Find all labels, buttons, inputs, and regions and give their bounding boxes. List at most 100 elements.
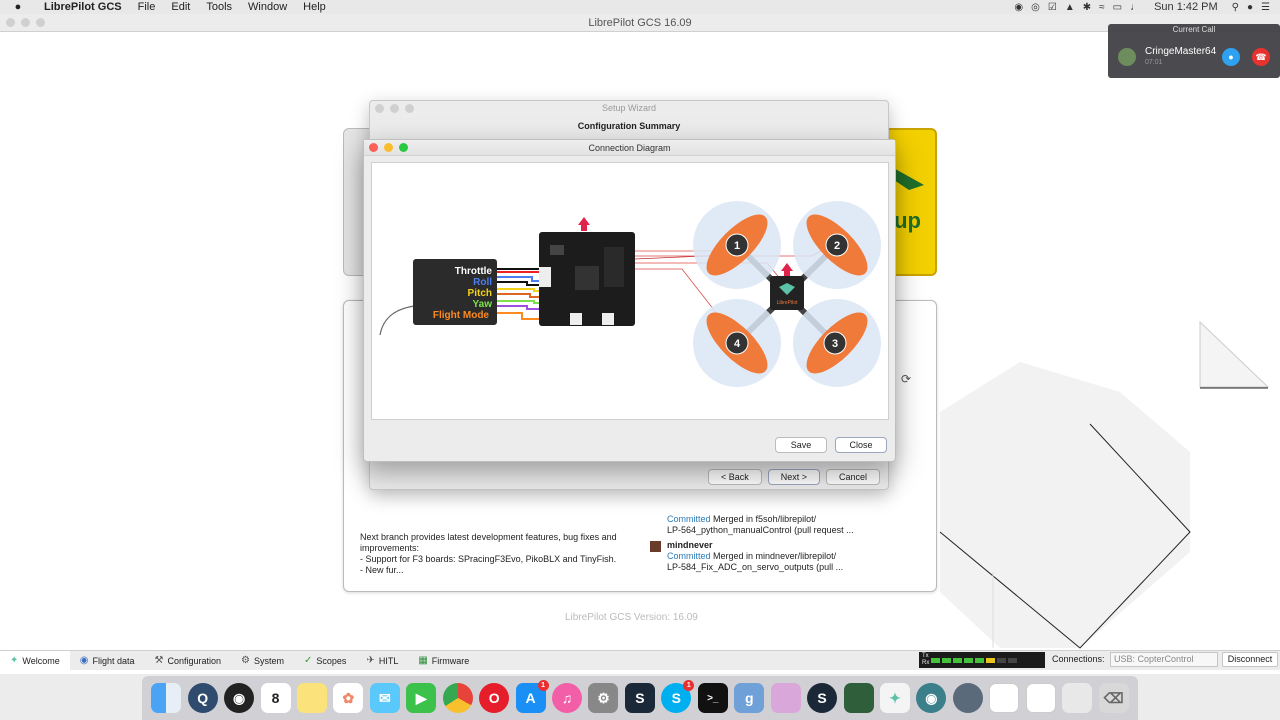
minimize-window-icon[interactable]	[390, 104, 399, 113]
close-window-icon[interactable]	[6, 18, 15, 27]
menu-help[interactable]: Help	[295, 1, 334, 13]
obs-icon[interactable]: ◉	[224, 683, 255, 713]
tab-system[interactable]: ⚙ System	[231, 651, 294, 671]
tab-label: Configuration	[167, 655, 222, 666]
save-button[interactable]: Save	[775, 437, 827, 453]
steam-icon[interactable]: S	[624, 683, 655, 713]
network-icon[interactable]: ◉	[916, 683, 947, 713]
meter-rx-label: Rx	[922, 660, 930, 666]
game-icon[interactable]	[843, 683, 874, 713]
app-store-icon[interactable]: A1	[515, 680, 549, 713]
folder-icon[interactable]	[1062, 683, 1093, 713]
next-button[interactable]: Next >	[767, 469, 820, 485]
connection-select[interactable]: USB: CopterControl	[1110, 652, 1218, 667]
bluetooth-icon[interactable]: ✱	[1083, 2, 1091, 13]
meter-tx-label: Tx	[922, 653, 929, 659]
globe-icon: ◉	[79, 655, 89, 666]
notification-center-icon[interactable]: ☰	[1261, 2, 1270, 13]
channel-flight-mode: Flight Mode	[433, 310, 490, 321]
channel-pitch: Pitch	[468, 288, 492, 299]
tab-hitl[interactable]: ✈ HITL	[356, 651, 408, 671]
tab-configuration[interactable]: ⚒ Configuration	[145, 651, 232, 671]
document-icon[interactable]	[989, 683, 1020, 713]
channel-yaw: Yaw	[473, 299, 493, 310]
tab-label: Scopes	[316, 655, 347, 666]
app-icon[interactable]	[770, 683, 801, 713]
commit-status: Committed	[667, 551, 711, 561]
check-icon[interactable]: ☑	[1048, 2, 1057, 13]
close-window-icon[interactable]	[369, 143, 378, 152]
avatar	[650, 541, 661, 552]
photos-icon[interactable]: ✿	[333, 683, 364, 713]
menu-edit[interactable]: Edit	[163, 1, 198, 13]
volume-icon[interactable]: ♩	[1130, 2, 1140, 13]
wifi-icon[interactable]: ≈	[1099, 2, 1105, 13]
menu-app-name[interactable]: LibrePilot GCS	[36, 1, 130, 13]
menu-file[interactable]: File	[130, 1, 164, 13]
librepilot-dock-icon[interactable]: ✦	[879, 683, 910, 713]
speed-icon[interactable]	[952, 683, 983, 713]
zoom-window-icon[interactable]	[405, 104, 414, 113]
caller-name: CringeMaster64	[1145, 46, 1217, 57]
close-button[interactable]: Close	[835, 437, 887, 453]
minimize-window-icon[interactable]	[384, 143, 393, 152]
list-item[interactable]: mindnever Committed Merged in mindnever/…	[650, 540, 920, 573]
trash-icon[interactable]: ⌫	[1098, 683, 1129, 713]
calendar-icon[interactable]: 8	[260, 683, 291, 713]
call-header: Current Call	[1172, 25, 1216, 34]
quicktime-icon[interactable]: Q	[187, 683, 218, 713]
chip-icon: ▦	[418, 655, 428, 666]
menu-window[interactable]: Window	[240, 1, 295, 13]
refresh-icon[interactable]: ⟳	[901, 372, 911, 386]
tab-scopes[interactable]: ✓ Scopes	[294, 651, 356, 671]
gitkraken-icon[interactable]: g	[734, 683, 765, 713]
hang-up-icon[interactable]: ☎	[1252, 48, 1270, 66]
menubar-clock[interactable]: Sun 1:42 PM	[1154, 1, 1218, 13]
list-item[interactable]: Committed Merged in f5soh/librepilot/ LP…	[650, 514, 920, 536]
tab-flight-data[interactable]: ◉ Flight data	[70, 651, 145, 671]
commit-user: mindnever	[667, 540, 713, 550]
messages-icon[interactable]: ✉	[369, 683, 400, 713]
record-icon[interactable]: ◉	[1014, 2, 1023, 13]
spotlight-icon[interactable]: ⚲	[1232, 2, 1239, 13]
back-button[interactable]: < Back	[707, 469, 762, 485]
close-window-icon[interactable]	[375, 104, 384, 113]
connections-label: Connections:	[1052, 654, 1105, 664]
zoom-window-icon[interactable]	[36, 18, 45, 27]
notes-icon[interactable]	[296, 683, 327, 713]
commit-message: Merged in f5soh/librepilot/	[713, 514, 817, 524]
chrome-icon[interactable]	[442, 683, 473, 713]
librepilot-icon: ✦	[10, 655, 19, 666]
status-area: ◉ ◎ ☑ ▲ ✱ ≈ ▭ ♩ Sun 1:42 PM ⚲ ● ☰	[1014, 0, 1270, 14]
upload-icon[interactable]: ▲	[1065, 2, 1075, 13]
document-icon[interactable]	[1025, 683, 1056, 713]
terminal-icon[interactable]: >_	[697, 683, 728, 713]
skype-icon[interactable]: S1	[661, 680, 695, 713]
tab-welcome[interactable]: ✦ Welcome	[0, 650, 70, 671]
connection-diagram-titlebar: Connection Diagram	[364, 140, 895, 156]
system-preferences-icon[interactable]: ⚙	[588, 683, 619, 713]
receiver-antenna	[379, 305, 415, 336]
apple-menu-icon[interactable]: ●	[0, 1, 36, 13]
zoom-window-icon[interactable]	[399, 143, 408, 152]
steam-alt-icon[interactable]: S	[807, 683, 838, 713]
airplay-icon[interactable]: ▭	[1113, 2, 1122, 13]
flight-controller-board	[539, 217, 635, 326]
siri-icon[interactable]: ●	[1247, 2, 1253, 13]
tab-label: System	[254, 655, 285, 666]
sync-icon[interactable]: ◎	[1031, 2, 1040, 13]
telemetry-meter: Tx Rx	[919, 652, 1045, 668]
mic-icon[interactable]: ●	[1222, 48, 1240, 66]
itunes-icon[interactable]: ♫	[552, 683, 583, 713]
finder-icon[interactable]	[151, 683, 182, 713]
menu-tools[interactable]: Tools	[198, 1, 240, 13]
tab-label: Flight data	[92, 655, 135, 666]
minimize-window-icon[interactable]	[21, 18, 30, 27]
cancel-button[interactable]: Cancel	[825, 469, 880, 485]
opera-icon[interactable]: O	[479, 683, 510, 713]
tab-label: Welcome	[22, 655, 60, 666]
tab-firmware[interactable]: ▦ Firmware	[408, 651, 479, 671]
disconnect-button[interactable]: Disconnect	[1222, 652, 1278, 667]
facetime-icon[interactable]: ▶	[406, 683, 437, 713]
commit-detail: LP-564_python_manualControl (pull reques…	[667, 525, 854, 535]
